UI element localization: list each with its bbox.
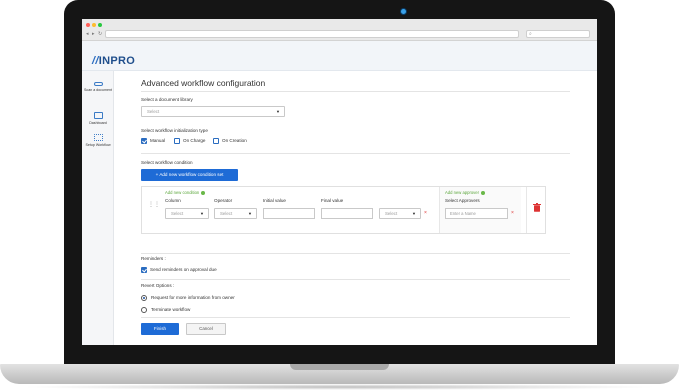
- approver-input[interactable]: Enter a Name: [445, 208, 508, 219]
- column-select-value: Select: [171, 211, 184, 216]
- add-condition-set-label: Add new workflow condition set: [159, 172, 224, 177]
- remove-approver-icon[interactable]: ×: [511, 210, 514, 216]
- close-window-icon[interactable]: [86, 23, 90, 27]
- initial-value-input[interactable]: [263, 208, 315, 219]
- request-info-label: Request for more information from owner: [151, 295, 235, 300]
- approvers-header: Select Approvers: [445, 198, 480, 203]
- caret-down-icon: ▼: [412, 211, 416, 216]
- sidebar-item-label: Scan a document: [84, 88, 112, 92]
- scanner-icon: [93, 82, 103, 86]
- sidebar-item-label: Dashboard: [89, 121, 107, 125]
- search-icon: ⌕: [529, 31, 532, 37]
- on-creation-checkbox[interactable]: [213, 138, 219, 144]
- terminate-radio[interactable]: [141, 307, 147, 313]
- divider: [141, 153, 570, 154]
- logo-text: INPRO: [98, 55, 136, 67]
- webcam-icon: [400, 8, 407, 15]
- laptop-notch: [290, 364, 389, 370]
- on-creation-label: On Creation: [222, 138, 247, 143]
- condition-label: Select workflow condition: [141, 160, 193, 165]
- library-select-value: Select: [147, 109, 160, 114]
- send-reminders-checkbox[interactable]: [141, 267, 147, 273]
- laptop-mockup: ◂ ▸ ↻ ⌕ //INPRO Scan a document Dashboar…: [0, 0, 679, 390]
- manual-label: Manual: [150, 138, 166, 143]
- extra-select[interactable]: Select ▼: [379, 208, 421, 219]
- manual-checkbox[interactable]: [141, 138, 147, 144]
- back-arrow-icon[interactable]: ◂: [86, 31, 89, 37]
- cancel-button[interactable]: Cancel: [186, 323, 226, 335]
- final-value-header: Final value: [321, 198, 344, 203]
- minimize-window-icon[interactable]: [92, 23, 96, 27]
- final-value-input[interactable]: [321, 208, 373, 219]
- reload-icon[interactable]: ↻: [98, 31, 102, 37]
- laptop-shadow: [20, 384, 659, 390]
- browser-search-input[interactable]: ⌕: [526, 30, 590, 38]
- operator-select[interactable]: Select ▼: [214, 208, 257, 219]
- initial-value-header: Initial value: [263, 198, 286, 203]
- caret-down-icon: ▼: [200, 211, 204, 216]
- terminate-label: Terminate workflow: [151, 307, 191, 312]
- sidebar-item-dashboard[interactable]: Dashboard: [82, 112, 114, 125]
- address-bar[interactable]: [105, 30, 519, 38]
- browser-chrome: ◂ ▸ ↻ ⌕: [82, 19, 597, 41]
- app-header: [82, 41, 597, 71]
- app-logo[interactable]: //INPRO: [92, 55, 135, 67]
- dashboard-icon: [93, 112, 103, 119]
- divider: [141, 91, 570, 92]
- init-type-label: Select workflow initialization type: [141, 128, 208, 133]
- logo-mark-icon: //: [92, 55, 99, 67]
- library-select[interactable]: Select ▼: [141, 106, 285, 117]
- column-select[interactable]: Select ▼: [165, 208, 209, 219]
- finish-button[interactable]: Finish: [141, 323, 179, 335]
- trash-icon[interactable]: [533, 203, 541, 212]
- forward-arrow-icon[interactable]: ▸: [92, 31, 95, 37]
- send-reminders-label: Send reminders on approval due: [150, 267, 217, 272]
- request-info-radio[interactable]: [141, 295, 147, 301]
- remove-condition-icon[interactable]: ×: [424, 210, 427, 216]
- workflow-icon: [93, 134, 103, 141]
- page-title: Advanced workflow configuration: [141, 78, 266, 88]
- on-charge-label: On Charge: [183, 138, 206, 143]
- drag-handle-icon[interactable]: ⋮⋮: [148, 202, 160, 208]
- add-approver-label: Add new approver: [445, 190, 479, 195]
- divider: [141, 253, 570, 254]
- sidebar-item-label: Setup Workflow: [85, 143, 111, 147]
- delete-cell: [526, 187, 546, 233]
- maximize-window-icon[interactable]: [98, 23, 102, 27]
- add-condition-label: Add new condition: [165, 190, 200, 195]
- divider: [141, 279, 570, 280]
- operator-select-value: Select: [220, 211, 233, 216]
- approver-panel: Add new approver Select Approvers Enter …: [439, 187, 521, 233]
- add-condition-link[interactable]: Add new condition: [165, 190, 206, 195]
- revert-label: Revert Options :: [141, 283, 175, 288]
- reminders-label: Reminders :: [141, 256, 166, 261]
- screen: ◂ ▸ ↻ ⌕ //INPRO Scan a document Dashboar…: [82, 19, 597, 345]
- column-header: Column: [165, 198, 181, 203]
- condition-set: ⋮⋮ Add new condition Column Operator Ini…: [141, 186, 546, 234]
- add-approver-link[interactable]: Add new approver: [445, 190, 486, 195]
- plus-circle-icon: [201, 190, 206, 195]
- on-charge-checkbox[interactable]: [174, 138, 180, 144]
- divider: [141, 317, 570, 318]
- sidebar-item-scan[interactable]: Scan a document: [82, 82, 114, 92]
- approver-placeholder: Enter a Name: [450, 211, 476, 216]
- sidebar-item-setup-workflow[interactable]: Setup Workflow: [82, 134, 114, 147]
- plus-circle-icon: [481, 190, 486, 195]
- sidebar: Scan a document Dashboard Setup Workflow: [82, 71, 114, 345]
- add-condition-set-button[interactable]: + Add new workflow condition set: [141, 169, 238, 181]
- caret-down-icon: ▼: [248, 211, 252, 216]
- main-content: Advanced workflow configuration Select a…: [114, 71, 597, 345]
- extra-select-value: Select: [385, 211, 398, 216]
- caret-down-icon: ▼: [276, 109, 280, 114]
- library-label: Select a document library: [141, 97, 193, 102]
- operator-header: Operator: [214, 198, 233, 203]
